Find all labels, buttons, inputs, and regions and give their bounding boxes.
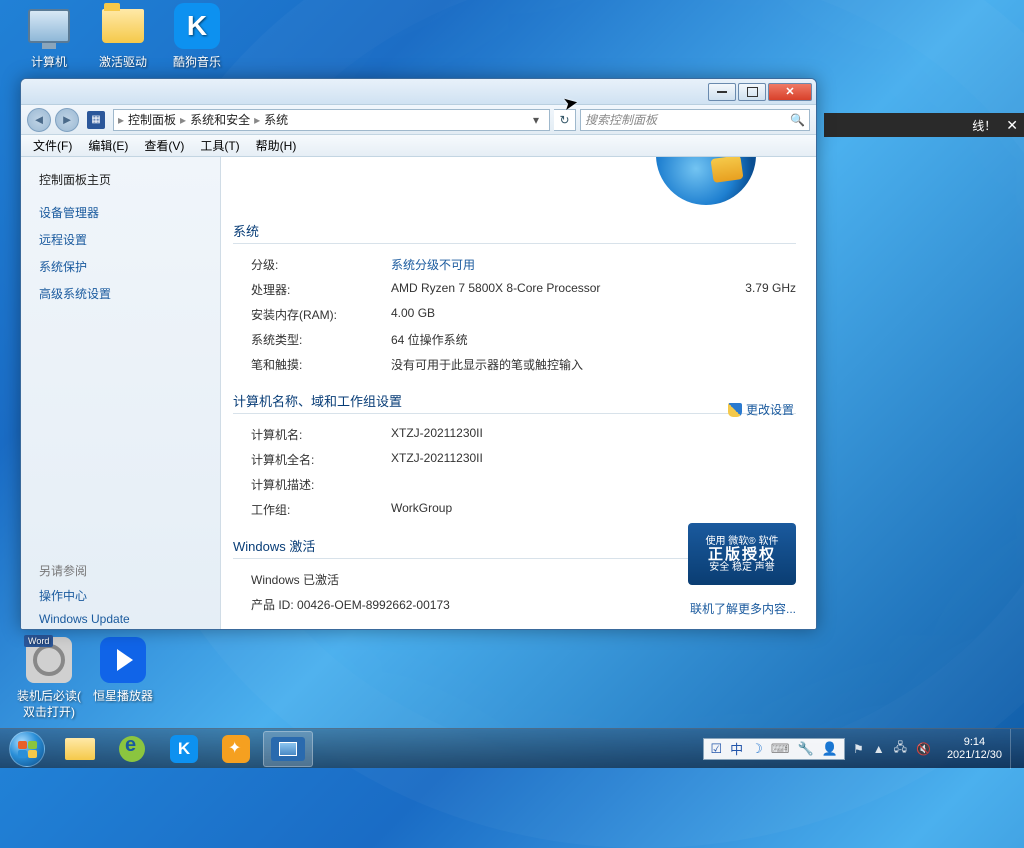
menu-view[interactable]: 查看(V) <box>136 135 192 156</box>
windows-logo-icon <box>656 157 756 205</box>
tray-volume-icon[interactable]: 🔇 <box>916 742 931 756</box>
tray-flag-icon[interactable]: ⚑ <box>853 742 864 756</box>
menu-help[interactable]: 帮助(H) <box>248 135 305 156</box>
taskbar: K ☑ 中 ☽ ⌨ 🔧 👤 ⚑ ▲ 🖧 🔇 9:14 2021/12/30 <box>0 728 1024 768</box>
sidebar-item-remote[interactable]: 远程设置 <box>39 231 202 248</box>
tray-wrench-icon[interactable]: 🔧 <box>798 741 814 757</box>
sidebar-item-windows-update[interactable]: Windows Update <box>39 612 202 626</box>
label: 酷狗音乐 <box>160 54 234 70</box>
clock[interactable]: 9:14 2021/12/30 <box>939 736 1010 762</box>
system-window: ◄ ► ▦ ▸ 控制面板▸ 系统和安全▸ 系统 ▾ ↻ 搜索控制面板 🔍 文件(… <box>20 78 817 630</box>
sidebar-item-advanced[interactable]: 高级系统设置 <box>39 285 202 302</box>
sidebar-home[interactable]: 控制面板主页 <box>39 171 202 188</box>
seealso-header: 另请参阅 <box>39 562 202 579</box>
label: 装机后必读( <box>12 688 86 704</box>
titlebar[interactable] <box>21 79 816 105</box>
notification-close-icon[interactable]: ✕ <box>1006 117 1018 134</box>
breadcrumb[interactable]: ▸ 控制面板▸ 系统和安全▸ 系统 ▾ <box>113 109 550 131</box>
breadcrumb-item[interactable]: 控制面板 <box>124 111 180 128</box>
notification-bar: 线！ ✕ <box>824 113 1024 137</box>
taskbar-explorer[interactable] <box>55 731 105 767</box>
close-button[interactable] <box>768 83 812 101</box>
tray-check-icon[interactable]: ☑ <box>710 741 722 757</box>
desktop-icon-computer[interactable]: 计算机 <box>12 2 86 70</box>
label: 双击打开) <box>12 704 86 720</box>
tray-chevron-up-icon[interactable]: ▲ <box>873 742 885 756</box>
change-settings-link[interactable]: 更改设置 <box>728 401 794 418</box>
minimize-button[interactable] <box>708 83 736 101</box>
menu-edit[interactable]: 编辑(E) <box>80 135 136 156</box>
label: 恒星播放器 <box>86 688 160 704</box>
menu-tools[interactable]: 工具(T) <box>192 135 247 156</box>
desktop-icon-readme[interactable]: Word装机后必读(双击打开) <box>12 636 86 720</box>
genuine-badge: 使用 微软® 软件 正版授权 安全 稳定 声誉 <box>688 523 796 585</box>
taskbar-ie[interactable] <box>107 731 157 767</box>
control-panel-icon: ▦ <box>87 111 105 129</box>
section-computer-name: 计算机名称、域和工作组设置 <box>233 391 796 414</box>
tray-network-icon[interactable]: 🖧 <box>894 738 907 759</box>
desktop-icon-folder[interactable]: 激活驱动 <box>86 2 160 70</box>
breadcrumb-item[interactable]: 系统和安全 <box>186 111 254 128</box>
breadcrumb-dropdown-icon[interactable]: ▾ <box>527 113 545 127</box>
start-button[interactable] <box>0 729 54 769</box>
sidebar: 控制面板主页 设备管理器 远程设置 系统保护 高级系统设置 另请参阅 操作中心 … <box>21 157 221 629</box>
tray-language-strip: ☑ 中 ☽ ⌨ 🔧 👤 <box>703 738 844 760</box>
rating-link[interactable]: 系统分级不可用 <box>391 256 796 273</box>
search-input[interactable]: 搜索控制面板 🔍 <box>580 109 810 131</box>
menubar: 文件(F) 编辑(E) 查看(V) 工具(T) 帮助(H) <box>21 135 816 157</box>
maximize-button[interactable] <box>738 83 766 101</box>
show-desktop-button[interactable] <box>1010 729 1024 769</box>
menu-file[interactable]: 文件(F) <box>25 135 80 156</box>
label: 计算机 <box>12 54 86 70</box>
sidebar-item-protection[interactable]: 系统保护 <box>39 258 202 275</box>
tray-ime[interactable]: 中 <box>730 739 743 758</box>
tray-keyboard-icon[interactable]: ⌨ <box>771 741 790 757</box>
sidebar-item-device-manager[interactable]: 设备管理器 <box>39 204 202 221</box>
nav-toolbar: ◄ ► ▦ ▸ 控制面板▸ 系统和安全▸ 系统 ▾ ↻ 搜索控制面板 🔍 <box>21 105 816 135</box>
label: 激活驱动 <box>86 54 160 70</box>
desktop-icon-player[interactable]: 恒星播放器 <box>86 636 160 704</box>
desktop-icon-kugou[interactable]: K酷狗音乐 <box>160 2 234 70</box>
forward-button[interactable]: ► <box>55 108 79 132</box>
tray: ☑ 中 ☽ ⌨ 🔧 👤 ⚑ ▲ 🖧 🔇 9:14 2021/12/30 <box>703 729 1024 768</box>
sidebar-item-action-center[interactable]: 操作中心 <box>39 587 202 604</box>
breadcrumb-item[interactable]: 系统 <box>260 111 292 128</box>
taskbar-system[interactable] <box>263 731 313 767</box>
main-panel: 系统 分级:系统分级不可用 处理器:AMD Ryzen 7 5800X 8-Co… <box>221 157 816 629</box>
taskbar-app-orange[interactable] <box>211 731 261 767</box>
back-button[interactable]: ◄ <box>27 108 51 132</box>
learn-more-link[interactable]: 联机了解更多内容... <box>690 600 796 617</box>
windows-orb-icon <box>9 731 45 767</box>
shield-icon <box>728 403 742 417</box>
search-icon[interactable]: 🔍 <box>790 113 805 127</box>
tray-person-icon[interactable]: 👤 <box>822 741 838 757</box>
section-system: 系统 <box>233 221 796 244</box>
taskbar-kugou[interactable]: K <box>159 731 209 767</box>
tray-moon-icon[interactable]: ☽ <box>751 741 763 757</box>
